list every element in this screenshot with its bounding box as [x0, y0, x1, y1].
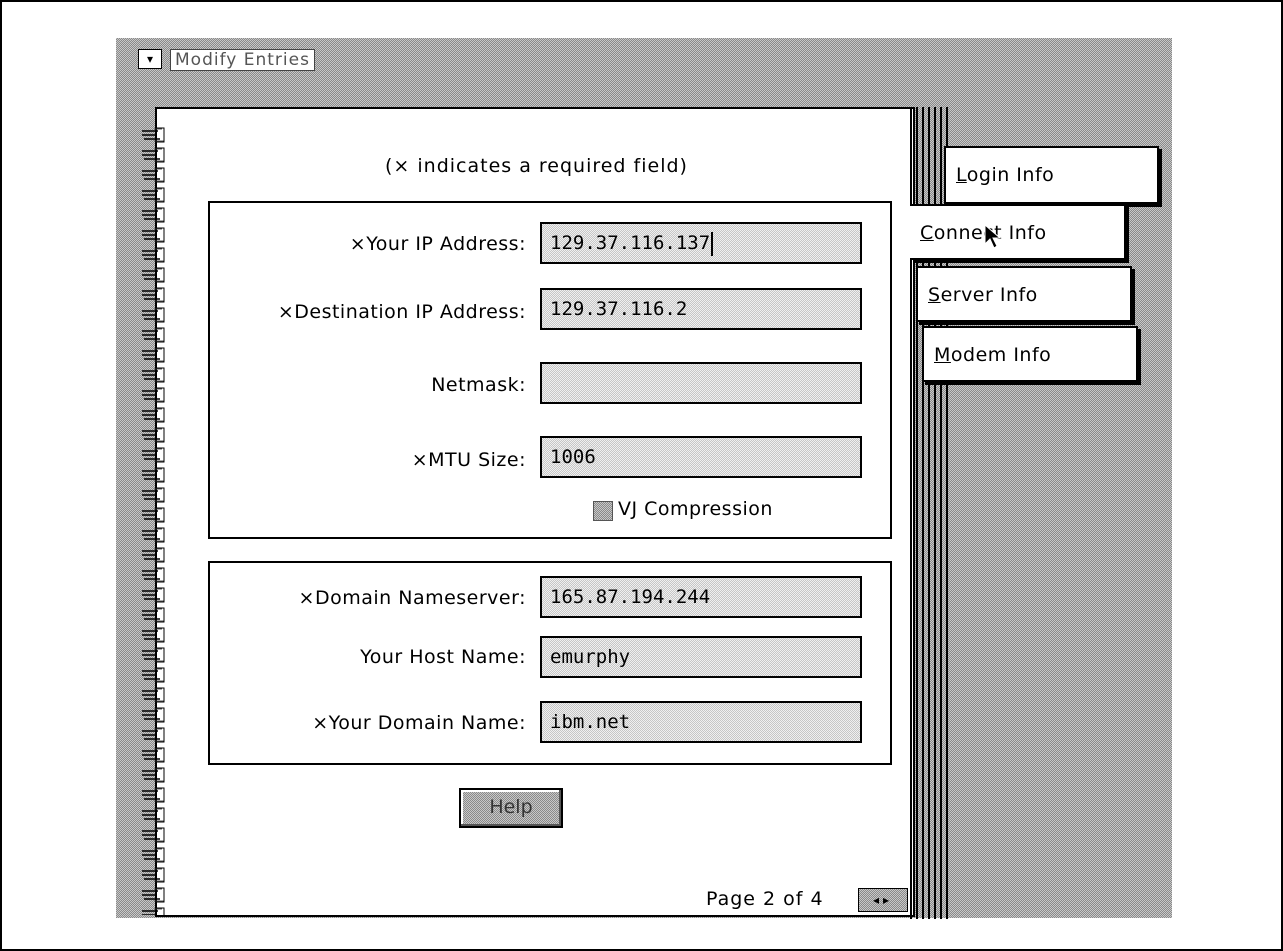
netmask-input[interactable] — [540, 362, 862, 404]
domain-nameserver-label: ×Domain Nameserver: — [298, 587, 526, 609]
text-caret — [711, 231, 714, 256]
page-indicator: Page 2 of 4 — [706, 888, 824, 910]
system-menu-icon[interactable]: ▾ — [138, 49, 162, 69]
tab-label: erver Info — [940, 284, 1038, 306]
tab-label: odem Info — [950, 344, 1052, 366]
netmask-label: Netmask: — [431, 374, 526, 396]
page-arrows-icon[interactable]: ◂▸ — [858, 888, 908, 912]
domain-name-label: ×Your Domain Name: — [312, 712, 526, 734]
vj-compression-checkbox[interactable] — [593, 501, 613, 521]
destination-ip-label: ×Destination IP Address: — [277, 301, 526, 323]
mtu-size-label: ×MTU Size: — [411, 449, 526, 471]
tab-server-info[interactable]: Server Info — [916, 266, 1132, 322]
window-title: Modify Entries — [170, 49, 315, 71]
host-name-input[interactable]: emurphy — [540, 636, 862, 678]
tab-mnemonic: M — [934, 344, 951, 366]
mtu-size-input[interactable]: 1006 — [540, 436, 862, 478]
host-name-label: Your Host Name: — [360, 646, 526, 668]
tab-connect-info[interactable]: Connect Info — [910, 204, 1126, 260]
help-button[interactable]: Help — [459, 788, 563, 828]
notebook-spiral-binding — [138, 125, 178, 915]
mouse-pointer-icon — [984, 224, 1002, 249]
your-ip-label: ×Your IP Address: — [349, 233, 526, 255]
title-bar: ▾ Modify Entries — [116, 38, 1172, 71]
tab-login-info[interactable]: Login Info — [944, 146, 1159, 204]
tab-mnemonic: L — [956, 164, 967, 186]
domain-nameserver-input[interactable]: 165.87.194.244 — [540, 576, 862, 618]
destination-ip-input[interactable]: 129.37.116.2 — [540, 288, 862, 330]
tab-modem-info[interactable]: Modem Info — [922, 326, 1138, 382]
vj-compression-label[interactable]: VJ Compression — [618, 498, 773, 520]
your-ip-input[interactable]: 129.37.116.137 — [540, 222, 862, 264]
tab-mnemonic: C — [920, 222, 934, 244]
tab-label: ogin Info — [966, 164, 1055, 186]
required-field-hint: (× indicates a required field) — [385, 155, 688, 177]
domain-name-input[interactable]: ibm.net — [540, 701, 862, 743]
tab-mnemonic: S — [928, 284, 941, 306]
